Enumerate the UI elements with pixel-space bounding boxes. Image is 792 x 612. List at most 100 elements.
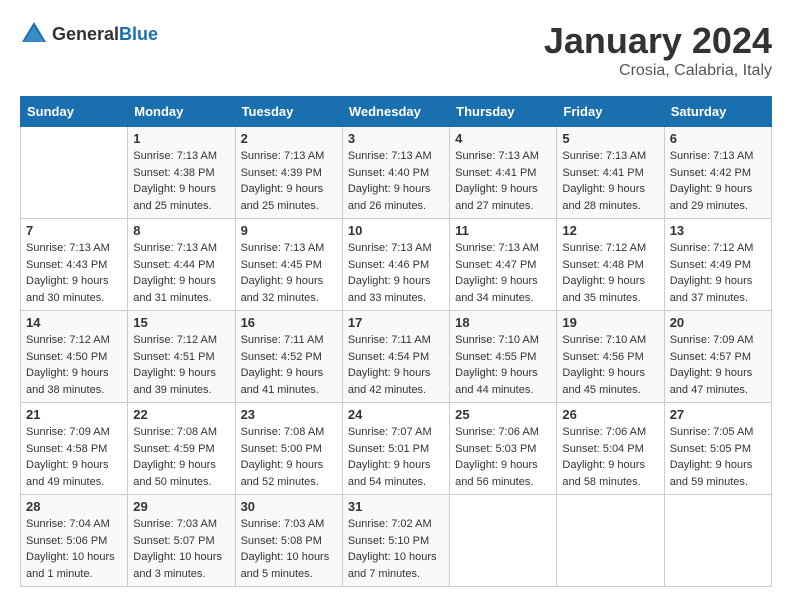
calendar-cell: 12 Sunrise: 7:12 AMSunset: 4:48 PMDaylig… [557,219,664,311]
cell-info: Sunrise: 7:09 AMSunset: 4:58 PMDaylight:… [26,426,110,488]
day-number: 9 [241,223,337,238]
cell-info: Sunrise: 7:12 AMSunset: 4:48 PMDaylight:… [562,242,646,304]
calendar-cell [21,127,128,219]
col-header-wednesday: Wednesday [342,97,449,127]
cell-info: Sunrise: 7:12 AMSunset: 4:49 PMDaylight:… [670,242,754,304]
location-subtitle: Crosia, Calabria, Italy [544,62,772,80]
day-number: 30 [241,499,337,514]
day-number: 21 [26,407,122,422]
calendar-cell: 10 Sunrise: 7:13 AMSunset: 4:46 PMDaylig… [342,219,449,311]
day-number: 17 [348,315,444,330]
calendar-cell: 1 Sunrise: 7:13 AMSunset: 4:38 PMDayligh… [128,127,235,219]
calendar-cell: 2 Sunrise: 7:13 AMSunset: 4:39 PMDayligh… [235,127,342,219]
calendar-cell [450,495,557,587]
calendar-cell: 22 Sunrise: 7:08 AMSunset: 4:59 PMDaylig… [128,403,235,495]
col-header-sunday: Sunday [21,97,128,127]
calendar-cell: 17 Sunrise: 7:11 AMSunset: 4:54 PMDaylig… [342,311,449,403]
cell-info: Sunrise: 7:12 AMSunset: 4:51 PMDaylight:… [133,334,217,396]
cell-info: Sunrise: 7:13 AMSunset: 4:44 PMDaylight:… [133,242,217,304]
calendar-cell: 30 Sunrise: 7:03 AMSunset: 5:08 PMDaylig… [235,495,342,587]
calendar-cell: 8 Sunrise: 7:13 AMSunset: 4:44 PMDayligh… [128,219,235,311]
calendar-cell: 7 Sunrise: 7:13 AMSunset: 4:43 PMDayligh… [21,219,128,311]
day-number: 22 [133,407,229,422]
cell-info: Sunrise: 7:03 AMSunset: 5:08 PMDaylight:… [241,518,330,580]
day-number: 19 [562,315,658,330]
calendar-cell: 11 Sunrise: 7:13 AMSunset: 4:47 PMDaylig… [450,219,557,311]
day-number: 16 [241,315,337,330]
day-number: 20 [670,315,766,330]
calendar-cell: 5 Sunrise: 7:13 AMSunset: 4:41 PMDayligh… [557,127,664,219]
calendar-cell: 9 Sunrise: 7:13 AMSunset: 4:45 PMDayligh… [235,219,342,311]
cell-info: Sunrise: 7:12 AMSunset: 4:50 PMDaylight:… [26,334,110,396]
day-number: 13 [670,223,766,238]
calendar-week-row: 7 Sunrise: 7:13 AMSunset: 4:43 PMDayligh… [21,219,772,311]
logo: GeneralBlue [20,20,158,48]
calendar-week-row: 28 Sunrise: 7:04 AMSunset: 5:06 PMDaylig… [21,495,772,587]
cell-info: Sunrise: 7:13 AMSunset: 4:41 PMDaylight:… [562,150,646,212]
calendar-table: SundayMondayTuesdayWednesdayThursdayFrid… [20,96,772,587]
cell-info: Sunrise: 7:07 AMSunset: 5:01 PMDaylight:… [348,426,432,488]
col-header-saturday: Saturday [664,97,771,127]
title-block: January 2024 Crosia, Calabria, Italy [544,20,772,80]
cell-info: Sunrise: 7:13 AMSunset: 4:43 PMDaylight:… [26,242,110,304]
day-number: 8 [133,223,229,238]
calendar-cell: 3 Sunrise: 7:13 AMSunset: 4:40 PMDayligh… [342,127,449,219]
cell-info: Sunrise: 7:03 AMSunset: 5:07 PMDaylight:… [133,518,222,580]
cell-info: Sunrise: 7:05 AMSunset: 5:05 PMDaylight:… [670,426,754,488]
day-number: 31 [348,499,444,514]
cell-info: Sunrise: 7:13 AMSunset: 4:47 PMDaylight:… [455,242,539,304]
logo-icon [20,20,48,48]
calendar-cell: 31 Sunrise: 7:02 AMSunset: 5:10 PMDaylig… [342,495,449,587]
calendar-cell: 14 Sunrise: 7:12 AMSunset: 4:50 PMDaylig… [21,311,128,403]
calendar-cell: 29 Sunrise: 7:03 AMSunset: 5:07 PMDaylig… [128,495,235,587]
cell-info: Sunrise: 7:13 AMSunset: 4:40 PMDaylight:… [348,150,432,212]
logo-general-text: General [52,24,119,44]
day-number: 24 [348,407,444,422]
cell-info: Sunrise: 7:08 AMSunset: 5:00 PMDaylight:… [241,426,325,488]
day-number: 23 [241,407,337,422]
calendar-cell: 15 Sunrise: 7:12 AMSunset: 4:51 PMDaylig… [128,311,235,403]
col-header-friday: Friday [557,97,664,127]
cell-info: Sunrise: 7:08 AMSunset: 4:59 PMDaylight:… [133,426,217,488]
day-number: 10 [348,223,444,238]
page-header: GeneralBlue January 2024 Crosia, Calabri… [20,20,772,80]
day-number: 6 [670,131,766,146]
cell-info: Sunrise: 7:13 AMSunset: 4:39 PMDaylight:… [241,150,325,212]
calendar-cell: 23 Sunrise: 7:08 AMSunset: 5:00 PMDaylig… [235,403,342,495]
calendar-header-row: SundayMondayTuesdayWednesdayThursdayFrid… [21,97,772,127]
col-header-tuesday: Tuesday [235,97,342,127]
month-year-title: January 2024 [544,20,772,62]
calendar-cell: 25 Sunrise: 7:06 AMSunset: 5:03 PMDaylig… [450,403,557,495]
calendar-cell: 21 Sunrise: 7:09 AMSunset: 4:58 PMDaylig… [21,403,128,495]
cell-info: Sunrise: 7:11 AMSunset: 4:52 PMDaylight:… [241,334,324,396]
cell-info: Sunrise: 7:11 AMSunset: 4:54 PMDaylight:… [348,334,431,396]
calendar-cell [664,495,771,587]
calendar-cell: 26 Sunrise: 7:06 AMSunset: 5:04 PMDaylig… [557,403,664,495]
calendar-cell: 4 Sunrise: 7:13 AMSunset: 4:41 PMDayligh… [450,127,557,219]
cell-info: Sunrise: 7:10 AMSunset: 4:56 PMDaylight:… [562,334,646,396]
col-header-monday: Monday [128,97,235,127]
day-number: 15 [133,315,229,330]
cell-info: Sunrise: 7:10 AMSunset: 4:55 PMDaylight:… [455,334,539,396]
cell-info: Sunrise: 7:06 AMSunset: 5:04 PMDaylight:… [562,426,646,488]
day-number: 7 [26,223,122,238]
calendar-cell: 18 Sunrise: 7:10 AMSunset: 4:55 PMDaylig… [450,311,557,403]
calendar-cell: 6 Sunrise: 7:13 AMSunset: 4:42 PMDayligh… [664,127,771,219]
day-number: 3 [348,131,444,146]
logo-blue-text: Blue [119,24,158,44]
day-number: 4 [455,131,551,146]
cell-info: Sunrise: 7:04 AMSunset: 5:06 PMDaylight:… [26,518,115,580]
day-number: 27 [670,407,766,422]
cell-info: Sunrise: 7:13 AMSunset: 4:45 PMDaylight:… [241,242,325,304]
cell-info: Sunrise: 7:06 AMSunset: 5:03 PMDaylight:… [455,426,539,488]
cell-info: Sunrise: 7:02 AMSunset: 5:10 PMDaylight:… [348,518,437,580]
calendar-week-row: 1 Sunrise: 7:13 AMSunset: 4:38 PMDayligh… [21,127,772,219]
calendar-cell: 13 Sunrise: 7:12 AMSunset: 4:49 PMDaylig… [664,219,771,311]
calendar-week-row: 14 Sunrise: 7:12 AMSunset: 4:50 PMDaylig… [21,311,772,403]
day-number: 18 [455,315,551,330]
calendar-cell: 20 Sunrise: 7:09 AMSunset: 4:57 PMDaylig… [664,311,771,403]
day-number: 14 [26,315,122,330]
day-number: 28 [26,499,122,514]
day-number: 2 [241,131,337,146]
day-number: 11 [455,223,551,238]
